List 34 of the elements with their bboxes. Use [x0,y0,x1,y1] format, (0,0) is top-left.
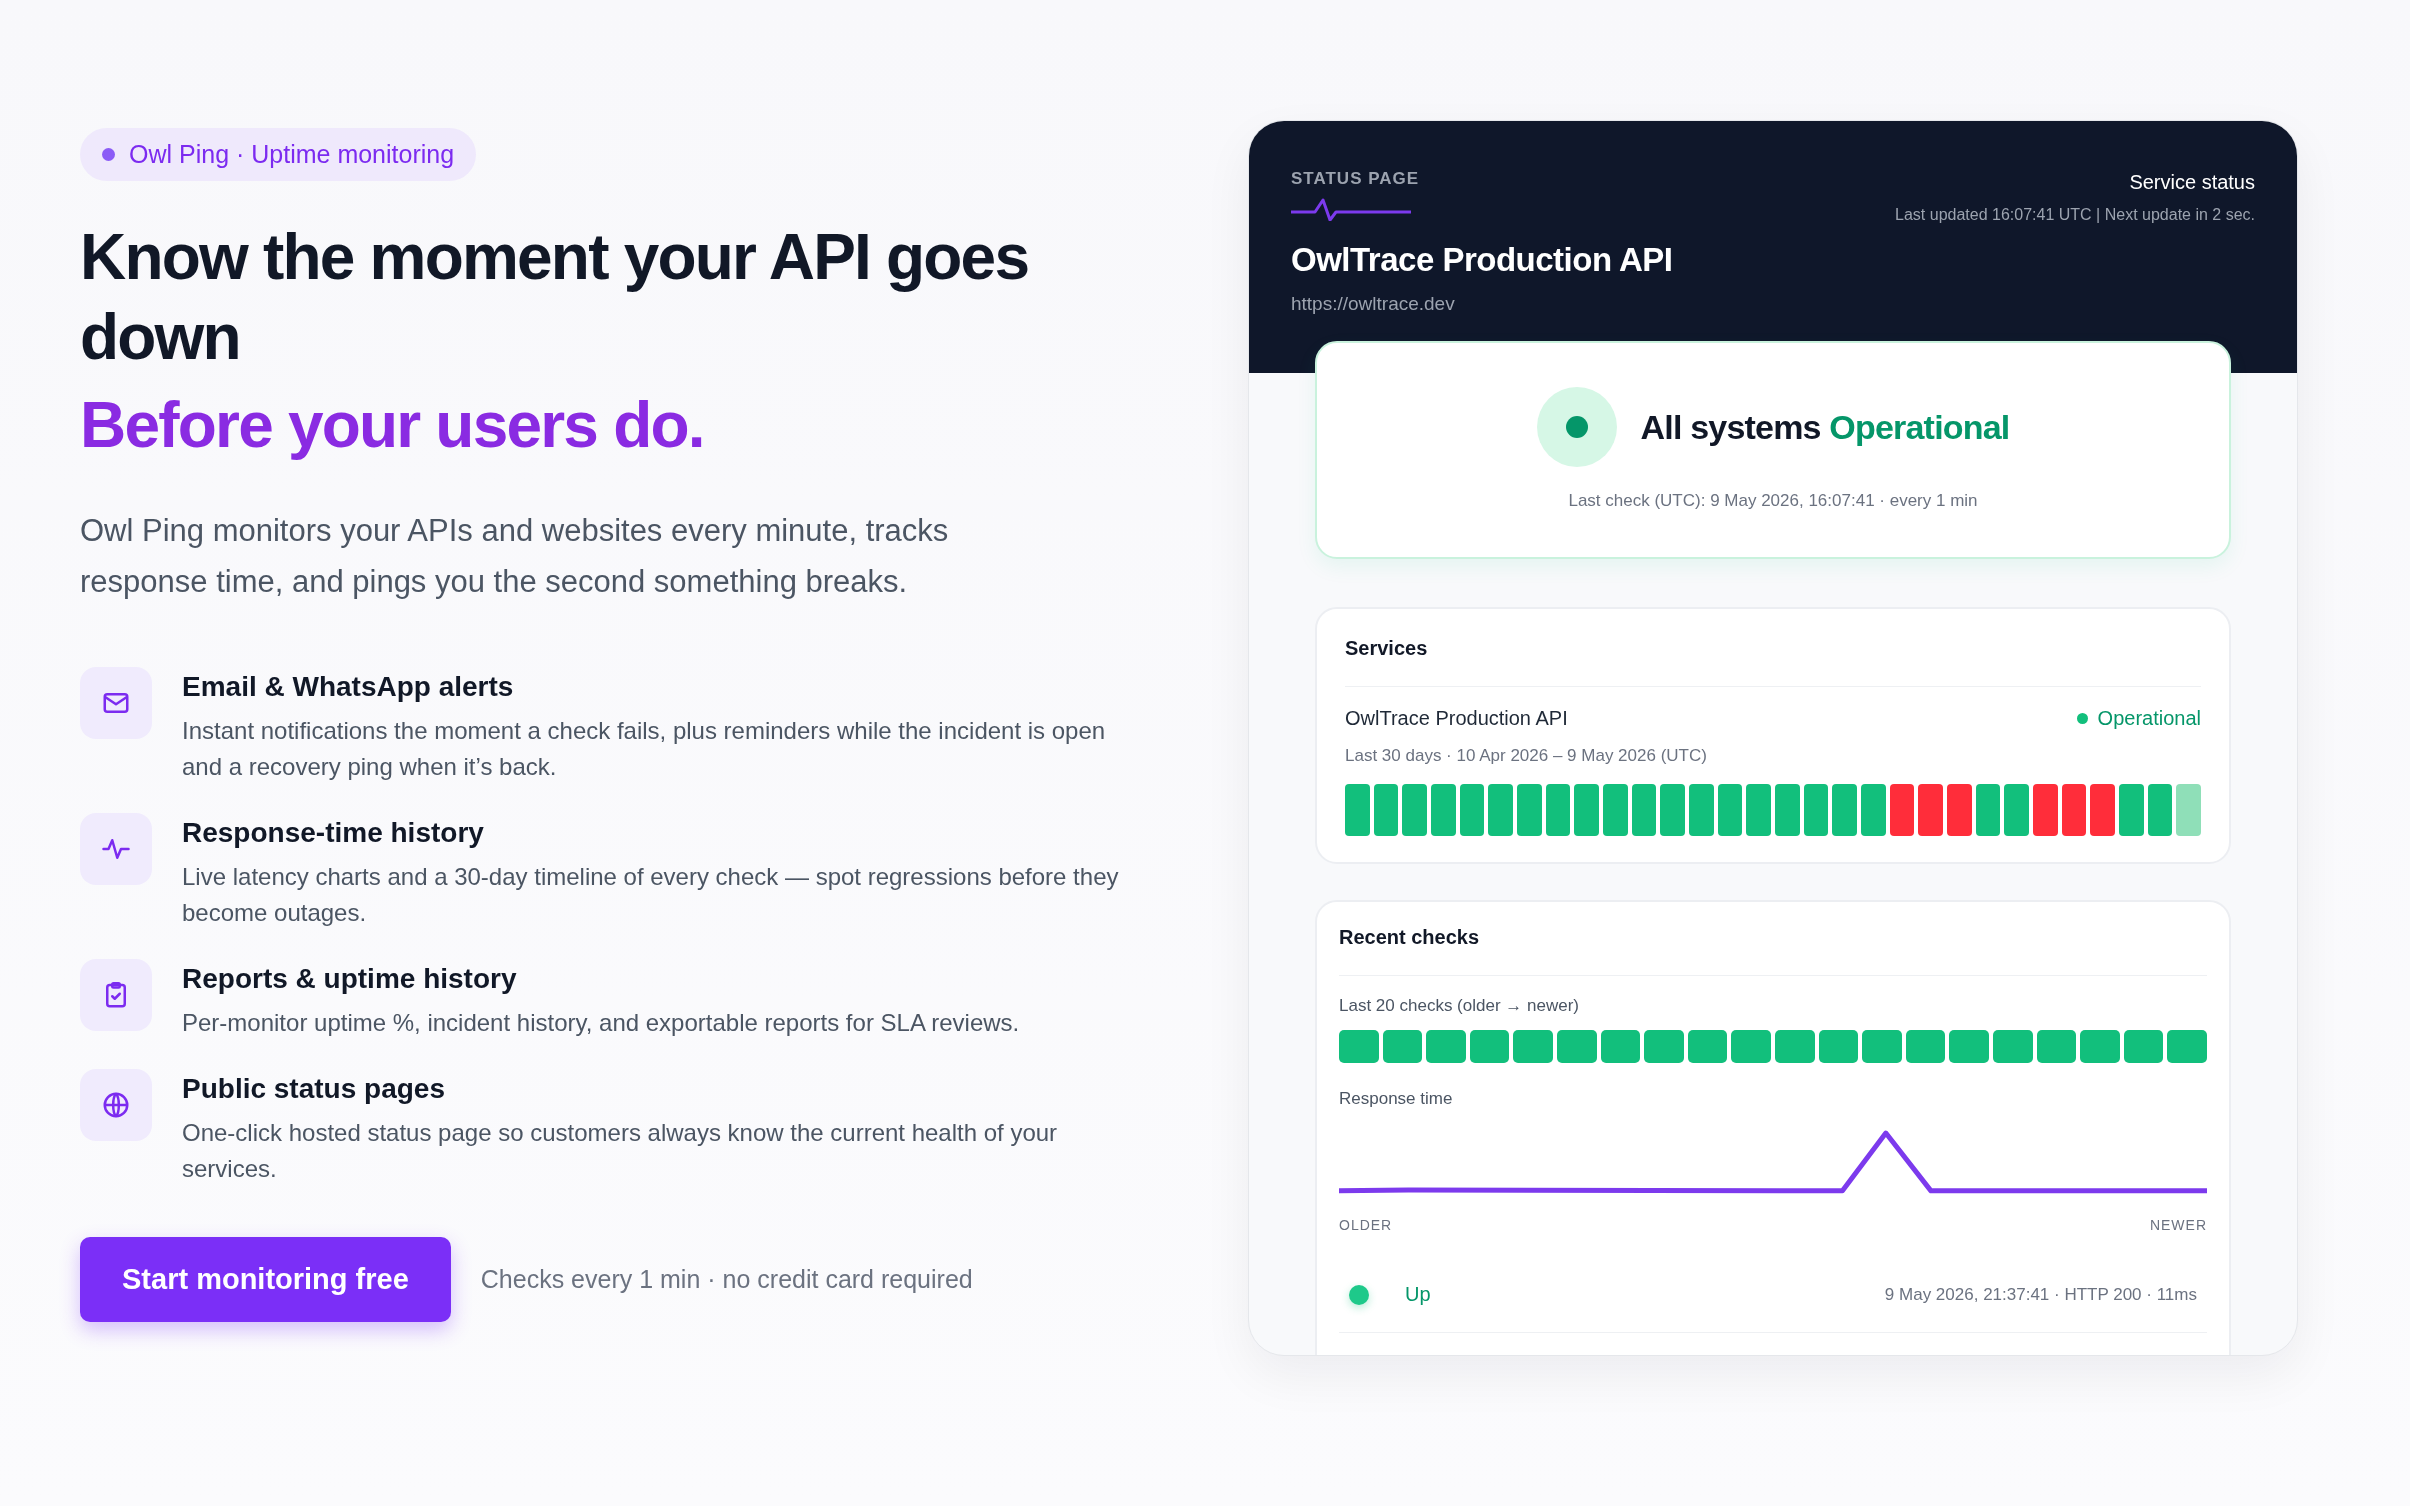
start-monitoring-button[interactable]: Start monitoring free [80,1237,451,1322]
feature-description: Live latency charts and a 30-day timeline of every check — spot regressions before they become outages. [182,862,1120,928]
update-info: Last updated 16:07:41 UTC | Next update in 2 sec. [1895,206,2255,224]
cta-note: Checks every 1 min · no credit card required [480,1265,973,1294]
overall-status-text: All systems Operational [1640,407,2010,447]
service-url[interactable]: https://owltrace.dev [1291,293,1673,315]
axis-label: OLDER [1339,1217,1393,1233]
feature-description: Per-monitor uptime %, incident history, and exportable reports for SLA reviews. [182,1008,1021,1038]
service-status: Operational [2076,707,2201,730]
axis-label: NEWER [2149,1217,2207,1233]
service-name: OwlTrace Production API [1345,707,1568,730]
panel-title: Services [1345,637,1429,660]
checks-strip-label: Last 20 checks (older → newer) [1339,996,1580,1016]
feature-description: Instant notifications the moment a check fails, plus reminders while the incident is open and a recovery ping when it’s back. [182,716,1107,782]
product-badge: Owl Ping · Uptime monitoring [80,128,477,181]
status-dot-icon [1536,387,1617,467]
check-status-label: Up [1405,1283,1431,1306]
chart-label: Response time [1339,1089,1454,1109]
panel-title: Recent checks [1339,926,1481,949]
headline: Know the moment your API goes down [80,220,1030,375]
globe-icon [101,1090,131,1120]
feature-title: Reports & uptime history [182,963,518,995]
date-range: Last 30 days · 10 Apr 2026 – 9 May 2026 (UTC) [1345,746,1708,766]
check-detail: 9 May 2026, 21:37:41 · HTTP 200 · 11ms [1884,1284,2197,1305]
service-status-title: Service status [2128,171,2255,194]
service-title: OwlTrace Production API [1291,241,1673,279]
feature-title: Email & WhatsApp alerts [182,671,515,703]
feature-title: Response-time history [182,817,485,849]
last-check-text: Last check (UTC): 9 May 2026, 16:07:41 · every 1 min [1568,491,1978,511]
headline-accent: Before your users do. [80,388,704,463]
feature-description: One-click hosted status page so customers always know the current health of your services. [182,1118,1059,1184]
intro-paragraph: Owl Ping monitors your APIs and websites every minute, tracks response time, and pings you the second something breaks. [80,512,950,601]
status-page-label: STATUS PAGE [1291,169,1421,189]
feature-title: Public status pages [182,1073,446,1105]
